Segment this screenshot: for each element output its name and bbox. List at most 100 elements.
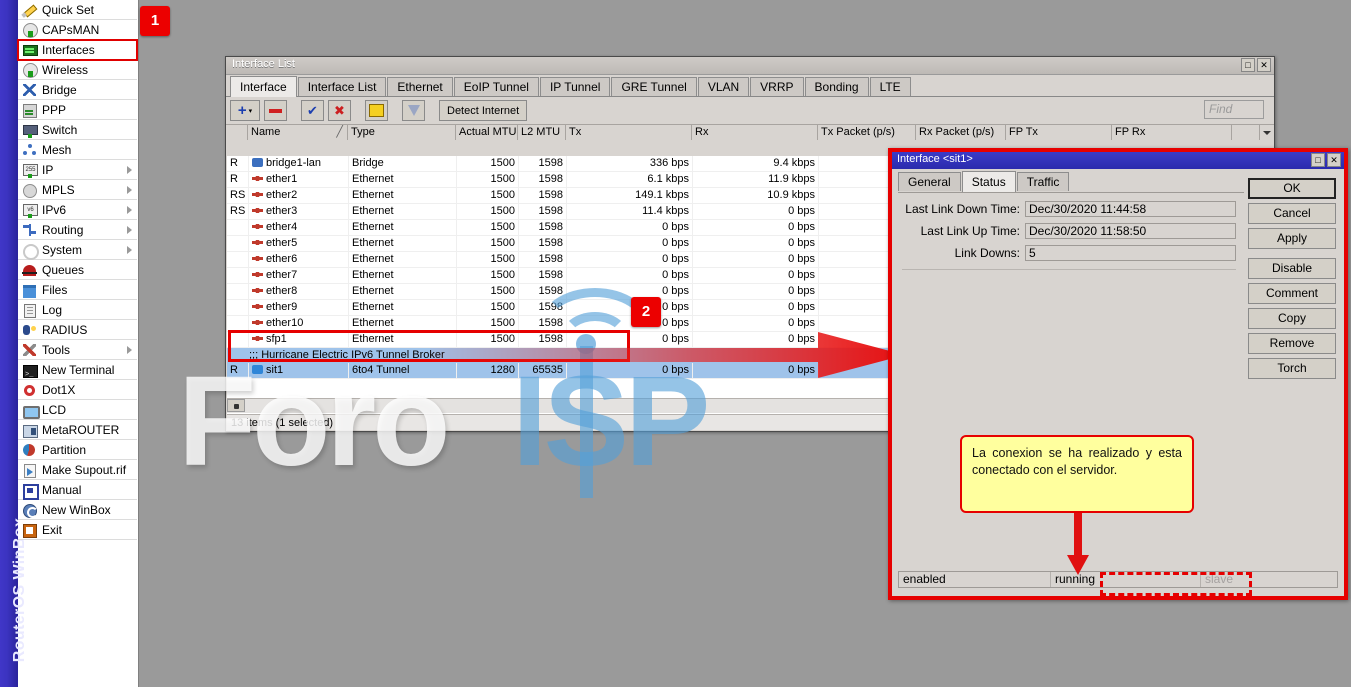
column-header-flags[interactable] (226, 125, 248, 140)
sit1-dialog-statusbar: enabled running slave (898, 571, 1338, 588)
comment-button[interactable] (365, 100, 388, 121)
tab-vlan[interactable]: VLAN (698, 77, 749, 96)
disable-button[interactable]: ✖ (328, 100, 351, 121)
column-header-label: Name (251, 126, 280, 138)
tab-interface[interactable]: Interface (230, 76, 297, 97)
sidebar-item-radius[interactable]: RADIUS (18, 320, 137, 340)
row-actual-mtu: 1500 (457, 268, 519, 283)
sidebar-item-partition[interactable]: Partition (18, 440, 137, 460)
row-name-cell: ether2 (249, 188, 349, 203)
interface-list-titlebar[interactable]: Interface List □ ✕ (226, 57, 1274, 75)
field-value-input[interactable]: Dec/30/2020 11:44:58 (1025, 201, 1236, 217)
sidebar-item-system[interactable]: System (18, 240, 137, 260)
sidebar-item-new-winbox[interactable]: New WinBox (18, 500, 137, 520)
row-type: Ethernet (349, 220, 457, 235)
sidebar-item-new-terminal[interactable]: New Terminal (18, 360, 137, 380)
field-value-input[interactable]: Dec/30/2020 11:58:50 (1025, 223, 1236, 239)
grid-scroll-down-icon[interactable] (1259, 125, 1274, 140)
sidebar-item-mesh[interactable]: Mesh (18, 140, 137, 160)
apply-button[interactable]: Apply (1248, 228, 1336, 249)
sidebar-item-ppp[interactable]: PPP (18, 100, 137, 120)
sidebar-item-tools[interactable]: Tools (18, 340, 137, 360)
row-l2-mtu: 1598 (519, 220, 567, 235)
row-name-cell: ether3 (249, 204, 349, 219)
sidebar-item-ipv6[interactable]: v6IPv6 (18, 200, 137, 220)
column-header-tx[interactable]: Tx (566, 125, 692, 140)
sidebar-item-lcd[interactable]: LCD (18, 400, 137, 420)
tab-ethernet[interactable]: Ethernet (387, 77, 452, 96)
column-header-label: FP Rx (1115, 126, 1145, 138)
sidebar-item-queues[interactable]: Queues (18, 260, 137, 280)
detect-internet-button[interactable]: Detect Internet (439, 100, 527, 121)
restore-icon[interactable]: □ (1241, 58, 1255, 72)
add-button[interactable]: + ▾ (230, 100, 260, 121)
restore-icon[interactable]: □ (1311, 153, 1325, 167)
column-header-label: Tx (569, 126, 581, 138)
cancel-button[interactable]: Cancel (1248, 203, 1336, 224)
minus-icon (269, 109, 282, 113)
column-header-name[interactable]: Name╱ (248, 125, 348, 140)
scrollbar-thumb[interactable] (227, 399, 245, 412)
close-icon[interactable]: ✕ (1327, 153, 1341, 167)
sidebar-item-quick-set[interactable]: Quick Set (18, 0, 137, 20)
column-header-fp-rx[interactable]: FP Rx (1112, 125, 1232, 140)
column-header-rx[interactable]: Rx (692, 125, 818, 140)
sidebar-item-mpls[interactable]: MPLS (18, 180, 137, 200)
sidebar-item-exit[interactable]: Exit (18, 520, 137, 540)
torch-button[interactable]: Torch (1248, 358, 1336, 379)
sidebar-item-make-supout-rif[interactable]: Make Supout.rif (18, 460, 137, 480)
sidebar-item-files[interactable]: Files (18, 280, 137, 300)
sit1-tab-traffic[interactable]: Traffic (1017, 172, 1070, 191)
sidebar-spine: RouterOS WinBox (0, 0, 18, 687)
sidebar-item-metarouter[interactable]: MetaROUTER (18, 420, 137, 440)
row-rx: 0 bps (693, 363, 819, 378)
field-value-input[interactable]: 5 (1025, 245, 1236, 261)
row-tx: 336 bps (567, 156, 693, 171)
disable-button[interactable]: Disable (1248, 258, 1336, 279)
tab-interface-list[interactable]: Interface List (298, 77, 387, 96)
sidebar-item-wireless[interactable]: Wireless (18, 60, 137, 80)
sidebar-item-dot1x[interactable]: Dot1X (18, 380, 137, 400)
remove-button[interactable]: Remove (1248, 333, 1336, 354)
callout-note: La conexion se ha realizado y esta conec… (960, 435, 1194, 513)
tab-eoip-tunnel[interactable]: EoIP Tunnel (454, 77, 539, 96)
ok-button[interactable]: OK (1248, 178, 1336, 199)
sidebar-item-bridge[interactable]: Bridge (18, 80, 137, 100)
interface-sit1-dialog[interactable]: Interface <sit1> □ ✕ GeneralStatusTraffi… (888, 148, 1348, 600)
column-header-actual-mtu[interactable]: Actual MTU (456, 125, 518, 140)
column-header-tx-packet-p-s[interactable]: Tx Packet (p/s) (818, 125, 916, 140)
tab-bonding[interactable]: Bonding (805, 77, 869, 96)
row-tx: 149.1 kbps (567, 188, 693, 203)
remove-button[interactable] (264, 100, 287, 121)
interface-comment-text: ;;; Hurricane Electric IPv6 Tunnel Broke… (227, 348, 445, 363)
sit1-dialog-titlebar[interactable]: Interface <sit1> □ ✕ (892, 152, 1344, 169)
filter-button[interactable] (402, 100, 425, 121)
sidebar-item-ip[interactable]: 255IP (18, 160, 137, 180)
sidebar-item-log[interactable]: Log (18, 300, 137, 320)
row-flags: R (227, 156, 249, 171)
row-type: Ethernet (349, 188, 457, 203)
enable-button[interactable]: ✔ (301, 100, 324, 121)
close-icon[interactable]: ✕ (1257, 58, 1271, 72)
comment-button[interactable]: Comment (1248, 283, 1336, 304)
tab-lte[interactable]: LTE (870, 77, 911, 96)
routing-icon (22, 223, 37, 237)
tab-ip-tunnel[interactable]: IP Tunnel (540, 77, 610, 96)
sit1-tab-general[interactable]: General (898, 172, 961, 191)
sit1-tab-status[interactable]: Status (962, 171, 1016, 192)
bridge-interface-icon (252, 158, 263, 167)
sidebar-item-routing[interactable]: Routing (18, 220, 137, 240)
column-header-fp-tx[interactable]: FP Tx (1006, 125, 1112, 140)
row-type: 6to4 Tunnel (349, 363, 457, 378)
sidebar-item-interfaces[interactable]: Interfaces (18, 40, 137, 60)
find-input[interactable]: Find (1204, 100, 1264, 119)
copy-button[interactable]: Copy (1248, 308, 1336, 329)
column-header-rx-packet-p-s[interactable]: Rx Packet (p/s) (916, 125, 1006, 140)
tab-vrrp[interactable]: VRRP (750, 77, 803, 96)
column-header-type[interactable]: Type (348, 125, 456, 140)
sidebar-item-manual[interactable]: Manual (18, 480, 137, 500)
tab-gre-tunnel[interactable]: GRE Tunnel (611, 77, 696, 96)
sidebar-item-switch[interactable]: Switch (18, 120, 137, 140)
sidebar-item-capsman[interactable]: CAPsMAN (18, 20, 137, 40)
column-header-l2-mtu[interactable]: L2 MTU (518, 125, 566, 140)
